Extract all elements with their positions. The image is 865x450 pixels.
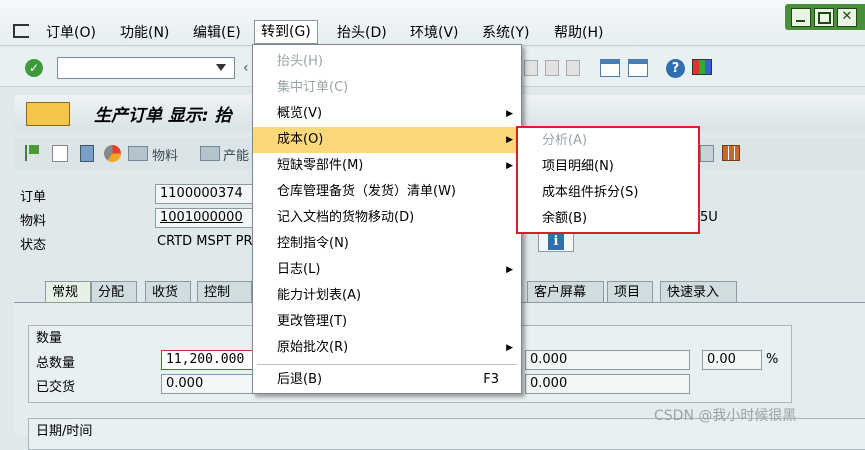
material-field[interactable]: 1001000000 bbox=[155, 208, 255, 228]
enter-icon[interactable]: ✓ bbox=[25, 59, 43, 77]
grid-icon[interactable] bbox=[722, 145, 740, 161]
dropdown-arrow-icon[interactable] bbox=[216, 64, 226, 71]
percent-unit: % bbox=[766, 352, 779, 367]
material-button-label[interactable]: 物料 bbox=[152, 145, 178, 164]
goto-dropdown-menu: 抬头(H) 集中订单(C) 概览(V) ▶ 成本(O) ▶ 短缺零部件(M) ▶ 仓库… bbox=[252, 44, 522, 394]
delivered-field[interactable]: 0.000 bbox=[161, 374, 253, 394]
tab-control[interactable]: 控制 bbox=[197, 281, 252, 303]
document-icon[interactable] bbox=[52, 145, 68, 162]
menu-separator bbox=[257, 364, 517, 365]
submenu-item-itemization[interactable]: 项目明细(N) bbox=[518, 154, 698, 180]
page-title: 生产订单 显示: 抬 bbox=[94, 106, 232, 126]
menu-item-capacity-planning[interactable]: 能力计划表(A) bbox=[253, 283, 521, 309]
minimize-icon[interactable] bbox=[791, 8, 811, 27]
capacity-icon[interactable] bbox=[200, 146, 220, 161]
menu-item-log[interactable]: 日志(L) ▶ bbox=[253, 257, 521, 283]
menu-item-change-management[interactable]: 更改管理(T) bbox=[253, 309, 521, 335]
delivered-label: 已交货 bbox=[36, 380, 76, 395]
menu-header[interactable]: 抬头(D) bbox=[337, 22, 387, 42]
menu-item-back[interactable]: 后退(B) F3 bbox=[253, 367, 521, 393]
material-icon[interactable] bbox=[128, 146, 148, 161]
cost-submenu: 分析(A) 项目明细(N) 成本组件拆分(S) 余额(B) bbox=[516, 126, 700, 234]
expected-yield-field[interactable]: 0.000 bbox=[525, 374, 690, 394]
dates-group-title: 日期/时间 bbox=[36, 424, 93, 439]
submenu-item-balance[interactable]: 余额(B) bbox=[518, 206, 698, 232]
tab-quick-entry[interactable]: 快速录入 bbox=[660, 281, 737, 303]
menu-goto[interactable]: 转到(G) bbox=[254, 20, 318, 44]
menu-item-pick-list[interactable]: 仓库管理备货（发货）清单(W) bbox=[253, 179, 521, 205]
menu-item-overview[interactable]: 概览(V) ▶ bbox=[253, 101, 521, 127]
scrap-field[interactable]: 0.000 bbox=[525, 350, 690, 370]
submenu-item-analysis[interactable]: 分析(A) bbox=[518, 128, 698, 154]
menu-system[interactable]: 系统(Y) bbox=[482, 22, 529, 42]
calculator-icon[interactable] bbox=[80, 145, 94, 162]
close-icon[interactable]: ✕ bbox=[837, 8, 857, 27]
status-value: CRTD MSPT PR bbox=[157, 234, 253, 249]
tab-goods-receipt[interactable]: 收货 bbox=[145, 281, 191, 303]
submenu-arrow-icon: ▶ bbox=[506, 135, 513, 145]
menu-item-goods-movements[interactable]: 记入文档的货物移动(D) bbox=[253, 205, 521, 231]
shortcut-label: F3 bbox=[483, 372, 499, 387]
menu-item-missing-parts[interactable]: 短缺零部件(M) ▶ bbox=[253, 153, 521, 179]
order-field[interactable]: 1100000374 bbox=[155, 184, 255, 204]
maximize-icon[interactable] bbox=[814, 8, 834, 27]
total-quantity-label: 总数量 bbox=[36, 356, 76, 371]
status-label: 状态 bbox=[20, 238, 47, 253]
submenu-arrow-icon: ▶ bbox=[506, 343, 513, 353]
flag-icon[interactable] bbox=[25, 145, 39, 161]
quantity-group-title: 数量 bbox=[36, 331, 63, 346]
order-label: 订单 bbox=[20, 190, 47, 205]
menu-help[interactable]: 帮助(H) bbox=[554, 22, 603, 42]
menu-function[interactable]: 功能(N) bbox=[120, 22, 169, 42]
submenu-item-cost-component-split[interactable]: 成本组件拆分(S) bbox=[518, 180, 698, 206]
total-quantity-field[interactable]: 11,200.000 bbox=[161, 350, 253, 370]
menu-item-header[interactable]: 抬头(H) bbox=[253, 49, 521, 75]
list-settings-icon[interactable] bbox=[700, 145, 714, 162]
tab-assignment[interactable]: 分配 bbox=[91, 281, 137, 303]
capacity-button-label[interactable]: 产能 bbox=[223, 145, 249, 164]
page-icon[interactable] bbox=[524, 60, 538, 76]
menu-item-costs[interactable]: 成本(O) ▶ bbox=[253, 127, 521, 153]
page-last-icon[interactable] bbox=[566, 60, 580, 76]
tab-general[interactable]: 常规 bbox=[45, 281, 91, 303]
command-field[interactable] bbox=[57, 57, 235, 79]
info-icon[interactable]: i bbox=[538, 232, 574, 252]
exit-icon[interactable] bbox=[13, 24, 29, 38]
material-description-tail: 5U bbox=[700, 210, 718, 225]
menu-order[interactable]: 订单(O) bbox=[46, 22, 96, 42]
scrap-percent-field[interactable]: 0.00 bbox=[702, 350, 762, 370]
menu-item-collective-order[interactable]: 集中订单(C) bbox=[253, 75, 521, 101]
order-icon bbox=[26, 102, 70, 126]
pie-chart-icon[interactable] bbox=[104, 145, 121, 162]
menu-environment[interactable]: 环境(V) bbox=[410, 22, 459, 42]
submenu-arrow-icon: ▶ bbox=[506, 265, 513, 275]
help-icon[interactable]: ? bbox=[666, 59, 685, 78]
menu-item-control-instructions[interactable]: 控制指令(N) bbox=[253, 231, 521, 257]
new-session-icon[interactable] bbox=[600, 59, 620, 77]
shortcut-icon[interactable] bbox=[628, 59, 648, 77]
back-icon[interactable]: ‹ bbox=[243, 60, 249, 76]
tab-item[interactable]: 项目 bbox=[607, 281, 653, 303]
page-next-icon[interactable] bbox=[545, 60, 559, 76]
watermark: CSDN @我小时候很黑 bbox=[654, 408, 797, 424]
submenu-arrow-icon: ▶ bbox=[506, 161, 513, 171]
material-label: 物料 bbox=[20, 214, 47, 229]
window-controls: ✕ bbox=[785, 4, 865, 30]
submenu-arrow-icon: ▶ bbox=[506, 109, 513, 119]
tab-customer-screen[interactable]: 客户屏幕 bbox=[527, 281, 604, 303]
menu-edit[interactable]: 编辑(E) bbox=[193, 22, 241, 42]
layout-icon[interactable] bbox=[692, 59, 712, 75]
menu-item-original-batch[interactable]: 原始批次(R) ▶ bbox=[253, 335, 521, 361]
